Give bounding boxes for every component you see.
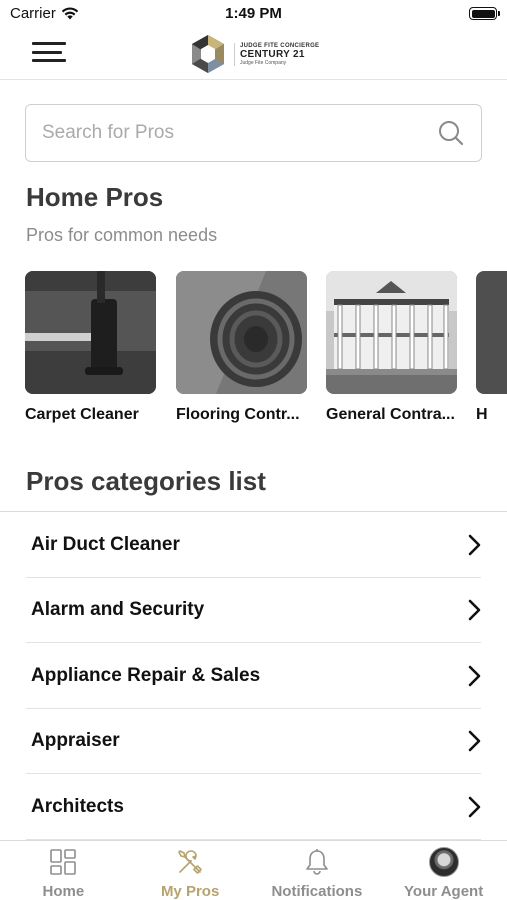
grid-icon: [50, 849, 77, 875]
flooring-roll-image: [176, 271, 307, 394]
tab-label: Notifications: [271, 883, 363, 900]
category-item-air-duct-cleaner[interactable]: Air Duct Cleaner: [0, 512, 507, 578]
category-label: Appraiser: [31, 730, 120, 752]
category-label: Appliance Repair & Sales: [31, 664, 261, 686]
pro-card-partial[interactable]: H: [476, 271, 507, 424]
clock: 1:49 PM: [225, 5, 282, 22]
home-pros-carousel[interactable]: Carpet Cleaner Flooring Contr... General…: [25, 271, 507, 431]
tab-label: Your Agent: [404, 883, 484, 900]
carpet-cleaner-image: [25, 271, 156, 394]
pro-card-label: Flooring Contr...: [176, 406, 300, 423]
tab-label: Home: [42, 883, 85, 900]
category-label: Alarm and Security: [31, 599, 205, 621]
category-item-appraiser[interactable]: Appraiser: [0, 709, 507, 775]
pro-card-carpet-cleaner[interactable]: Carpet Cleaner: [25, 271, 156, 424]
chevron-right-icon: [468, 730, 481, 752]
tab-label: My Pros: [160, 883, 220, 900]
categories-list: Air Duct Cleaner Alarm and Security Appl…: [0, 511, 507, 840]
tab-notifications[interactable]: Notifications: [254, 841, 381, 900]
bell-icon: [306, 849, 328, 875]
search-bar[interactable]: [25, 104, 482, 162]
tab-your-agent[interactable]: Your Agent: [380, 841, 507, 900]
tools-icon: [178, 850, 202, 874]
category-item-alarm-and-security[interactable]: Alarm and Security: [0, 578, 507, 644]
chevron-right-icon: [468, 665, 481, 687]
home-pros-title: Home Pros: [26, 182, 164, 212]
category-item-architects[interactable]: Architects: [0, 774, 507, 840]
logo-text: JUDGE FITE CONCIERGE CENTURY 21 Judge Fi…: [234, 42, 319, 66]
home-pros-subtitle: Pros for common needs: [26, 225, 218, 245]
agent-avatar: [428, 847, 459, 877]
logo-hexagon-icon: [192, 35, 224, 73]
search-icon[interactable]: [437, 119, 465, 147]
tab-my-pros[interactable]: My Pros: [127, 841, 254, 900]
house-image: [326, 271, 457, 394]
battery-icon: [469, 7, 500, 20]
categories-title: Pros categories list: [26, 466, 266, 496]
tab-home[interactable]: Home: [0, 841, 127, 900]
chevron-right-icon: [468, 796, 481, 818]
logo-line-3: Judge Fite Company: [240, 59, 287, 66]
pro-card-label: General Contra...: [326, 406, 455, 423]
logo-line-2: CENTURY 21: [240, 48, 305, 60]
pro-card-general-contractor[interactable]: General Contra...: [326, 271, 457, 424]
category-label: Architects: [31, 795, 124, 817]
company-logo: JUDGE FITE CONCIERGE CENTURY 21 Judge Fi…: [190, 33, 320, 75]
pro-card-label: Carpet Cleaner: [25, 406, 139, 423]
status-bar: Carrier 1:49 PM: [0, 0, 507, 28]
pro-card-label: H: [476, 406, 488, 423]
partial-card-image: [476, 271, 507, 394]
app-header: JUDGE FITE CONCIERGE CENTURY 21 Judge Fi…: [0, 28, 507, 80]
search-input[interactable]: [42, 122, 437, 144]
category-label: Air Duct Cleaner: [31, 533, 180, 555]
bottom-tab-bar: Home My Pros Notifications Your Agent: [0, 840, 507, 900]
pro-card-flooring-contractor[interactable]: Flooring Contr...: [176, 271, 307, 424]
chevron-right-icon: [468, 534, 481, 556]
hamburger-menu-icon[interactable]: [32, 40, 66, 64]
category-item-appliance-repair[interactable]: Appliance Repair & Sales: [0, 643, 507, 709]
chevron-right-icon: [468, 599, 481, 621]
